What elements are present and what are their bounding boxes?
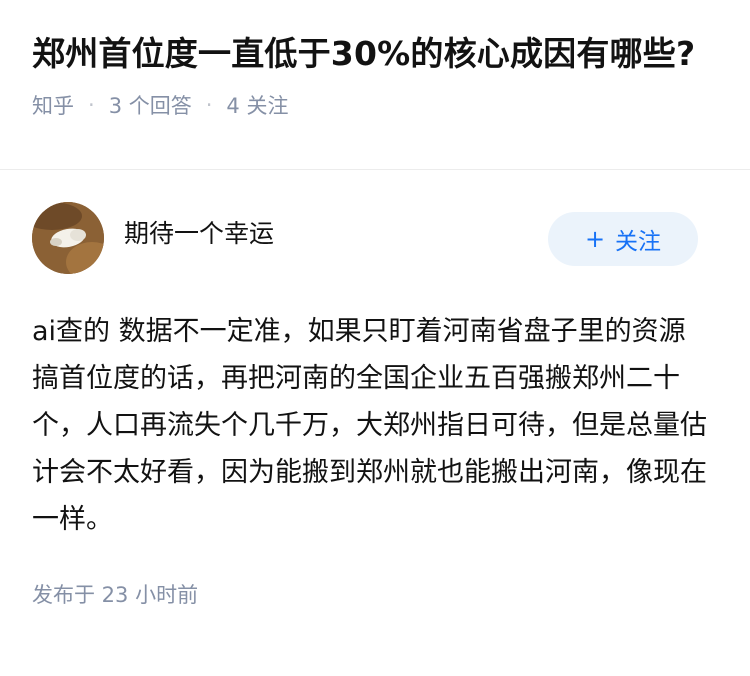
follow-button[interactable]: + 关注 <box>548 212 698 266</box>
plus-icon: + <box>584 225 606 253</box>
source-label[interactable]: 知乎 <box>32 90 74 120</box>
answer-content: ai查的 数据不一定准，如果只盯着河南省盘子里的资源搞首位度的话，再把河南的全国… <box>32 316 707 535</box>
followers-count[interactable]: 4 关注 <box>226 90 288 120</box>
author-row: 期待一个幸运 + 关注 <box>32 170 718 300</box>
meta-separator: · <box>88 93 95 117</box>
answer-card: 期待一个幸运 + 关注 ai查的 数据不一定准，如果只盯着河南省盘子里的资源搞首… <box>0 170 750 609</box>
avatar[interactable] <box>32 202 104 274</box>
question-header: 郑州首位度一直低于30%的核心成因有哪些? 知乎 · 3 个回答 · 4 关注 <box>0 0 750 170</box>
follow-label: 关注 <box>615 229 662 255</box>
question-meta: 知乎 · 3 个回答 · 4 关注 <box>32 90 718 120</box>
question-title[interactable]: 郑州首位度一直低于30%的核心成因有哪些? <box>32 30 718 78</box>
author-name[interactable]: 期待一个幸运 <box>124 216 274 252</box>
avatar-image <box>32 202 104 274</box>
meta-separator: · <box>205 93 213 117</box>
publish-time: 发布于 23 小时前 <box>32 583 199 607</box>
answers-count[interactable]: 3 个回答 <box>109 90 192 120</box>
